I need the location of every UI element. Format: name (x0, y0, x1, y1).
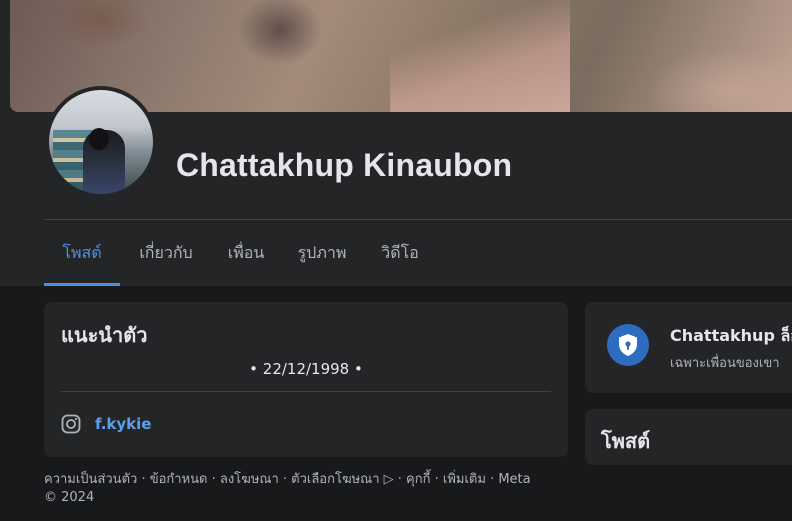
footer-links: ความเป็นส่วนตัว · ข้อกำหนด · ลงโฆษณา · ต… (44, 471, 574, 507)
footer-line-1[interactable]: ความเป็นส่วนตัว · ข้อกำหนด · ลงโฆษณา · ต… (44, 471, 574, 489)
intro-bio: • 22/12/1998 • (249, 360, 363, 378)
intro-title: แนะนำตัว (61, 323, 148, 347)
profile-header: Chattakhup Kinaubon โพสต์ เกี่ยวกับ เพื่… (0, 0, 792, 286)
intro-divider (61, 391, 551, 392)
posts-card: โพสต์ (585, 409, 792, 465)
tab-posts[interactable]: โพสต์ (44, 220, 120, 286)
instagram-icon (61, 414, 81, 434)
locked-profile-card: Chattakhup ล็อ เฉพาะเพื่อนของเขา (585, 302, 792, 393)
tab-photos[interactable]: รูปภาพ (280, 220, 364, 286)
profile-tabs: โพสต์ เกี่ยวกับ เพื่อน รูปภาพ วิดีโอ (44, 220, 436, 286)
posts-title: โพสต์ (601, 429, 651, 453)
instagram-row: f.kykie (61, 414, 151, 434)
avatar-photo (49, 90, 153, 194)
footer-copyright: © 2024 (44, 490, 95, 505)
tab-videos[interactable]: วิดีโอ (364, 220, 436, 286)
shield-lock-icon (607, 324, 649, 366)
profile-avatar[interactable] (45, 86, 157, 198)
profile-name: Chattakhup Kinaubon (176, 147, 513, 183)
tab-about[interactable]: เกี่ยวกับ (120, 220, 212, 286)
locked-profile-title: Chattakhup ล็อ (670, 326, 792, 345)
locked-profile-subtitle: เฉพาะเพื่อนของเขา (670, 356, 780, 371)
tab-friends[interactable]: เพื่อน (212, 220, 280, 286)
intro-card: แนะนำตัว • 22/12/1998 • f.kykie (44, 302, 568, 457)
instagram-link[interactable]: f.kykie (95, 415, 151, 433)
